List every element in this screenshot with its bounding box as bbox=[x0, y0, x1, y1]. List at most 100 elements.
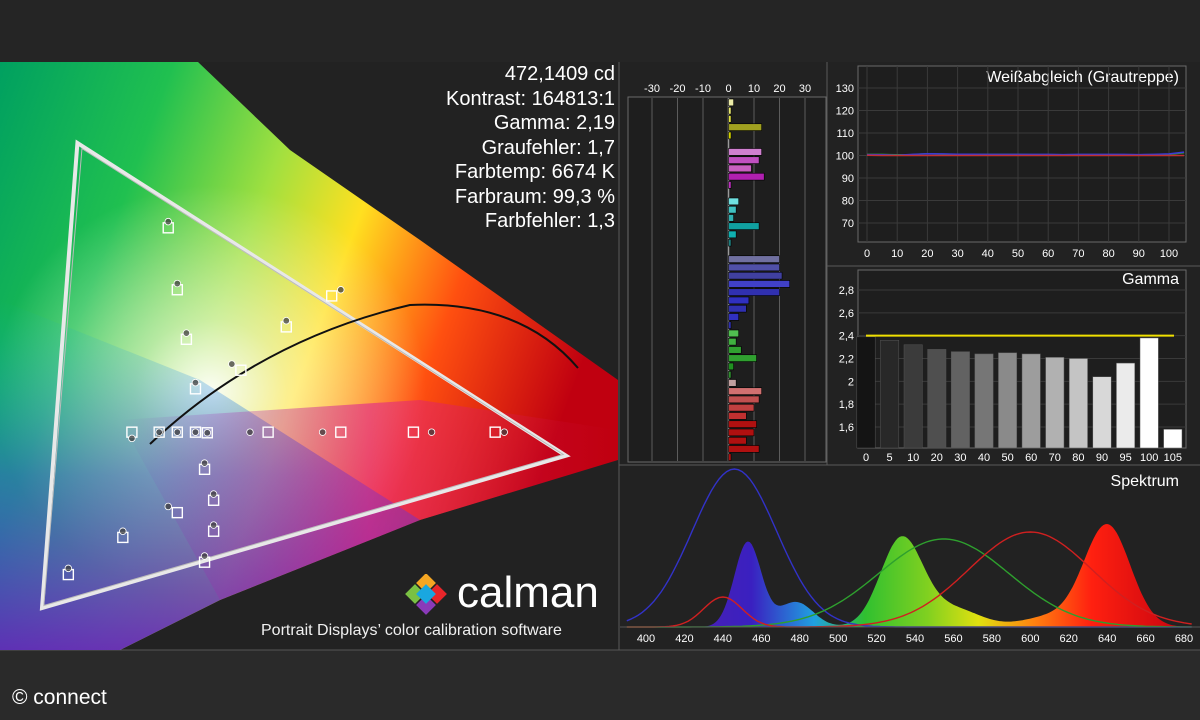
brightness-tick-label: 0 bbox=[725, 83, 731, 95]
wb-x-tick-label: 0 bbox=[864, 248, 870, 260]
wb-x-tick-label: 100 bbox=[1160, 248, 1178, 260]
brightness-bar bbox=[728, 131, 732, 140]
measured-point bbox=[228, 360, 236, 368]
brightness-bar bbox=[728, 181, 732, 189]
brightness-bar bbox=[728, 280, 791, 288]
gamma-x-tick-label: 95 bbox=[1119, 452, 1131, 464]
color-error-value: Farbfehler: 1,3 bbox=[484, 210, 615, 232]
brightness-bar bbox=[728, 329, 739, 338]
spectrum-tick-label: 680 bbox=[1175, 633, 1193, 645]
gamma-y-tick-label: 2,8 bbox=[839, 285, 854, 297]
brightness-bar bbox=[728, 337, 737, 346]
wb-y-tick-label: 90 bbox=[842, 173, 854, 185]
spectrum-tick-label: 520 bbox=[867, 633, 885, 645]
brightness-bar bbox=[728, 346, 742, 354]
white-balance-title: Weißabgleich (Grautreppe) bbox=[986, 69, 1179, 86]
gamma-x-tick-label: 60 bbox=[1025, 452, 1037, 464]
wb-x-tick-label: 70 bbox=[1072, 248, 1084, 260]
gamma-bar bbox=[1116, 362, 1136, 449]
gamma-x-tick-label: 30 bbox=[954, 452, 966, 464]
wb-x-tick-label: 50 bbox=[1012, 248, 1024, 260]
measured-point bbox=[500, 428, 508, 436]
brightness-bar bbox=[728, 98, 734, 107]
spectrum-emission bbox=[626, 524, 1194, 627]
spectrum-tick-label: 540 bbox=[906, 633, 924, 645]
gamma-x-tick-label: 70 bbox=[1049, 452, 1061, 464]
brightness-bar bbox=[728, 172, 765, 181]
brightness-tick-label: -20 bbox=[670, 83, 686, 95]
wb-y-tick-label: 100 bbox=[836, 151, 854, 163]
spectrum-tick-label: 640 bbox=[1098, 633, 1116, 645]
gamma-value: Gamma: 2,19 bbox=[493, 112, 615, 134]
gamma-bar bbox=[856, 336, 876, 449]
wb-y-tick-label: 120 bbox=[836, 106, 854, 118]
measured-point bbox=[119, 527, 127, 535]
gamma-bar bbox=[998, 352, 1018, 449]
measured-point bbox=[203, 429, 211, 437]
wb-x-tick-label: 60 bbox=[1042, 248, 1054, 260]
measured-point bbox=[209, 490, 218, 498]
gamma-x-tick-label: 40 bbox=[978, 452, 990, 464]
gamma-y-tick-label: 2 bbox=[848, 376, 854, 388]
gamma-bar bbox=[974, 353, 994, 449]
spectrum-tick-label: 480 bbox=[791, 633, 809, 645]
measured-point bbox=[173, 428, 182, 436]
spectrum-tick-label: 660 bbox=[1136, 633, 1154, 645]
brightness-tick-label: 10 bbox=[748, 83, 760, 95]
brightness-bar bbox=[728, 428, 755, 437]
spectrum-tick-label: 600 bbox=[1021, 633, 1039, 645]
gamma-bar bbox=[927, 349, 947, 449]
spectrum-tick-label: 580 bbox=[983, 633, 1001, 645]
spectrum-tick-label: 400 bbox=[637, 633, 655, 645]
measured-point bbox=[64, 564, 73, 573]
white-balance-chart: Weißabgleich (Grautreppe) 70809010011012… bbox=[836, 65, 1187, 260]
wb-x-tick-label: 30 bbox=[951, 248, 963, 260]
tagline: Portrait Displays’ color calibration sof… bbox=[261, 622, 562, 639]
measured-point bbox=[191, 428, 200, 436]
brightness-bar bbox=[728, 395, 760, 404]
gamma-x-tick-label: 105 bbox=[1164, 452, 1182, 464]
brightness-tick-label: -30 bbox=[644, 83, 660, 95]
spectrum-chart: Spektrum 400 420 440 460 480 500 520 540 560 580 6… bbox=[620, 468, 1200, 645]
spectrum-tick-label: 420 bbox=[675, 633, 693, 645]
measured-point bbox=[337, 286, 345, 294]
brightness-bar bbox=[728, 238, 732, 247]
brightness-bar bbox=[728, 271, 783, 280]
brightness-bar bbox=[728, 164, 752, 173]
gamma-bar bbox=[1021, 353, 1041, 449]
brightness-bar bbox=[728, 321, 732, 329]
wb-y-tick-label: 110 bbox=[836, 128, 854, 140]
calman-logo-icon bbox=[405, 574, 447, 615]
measured-point bbox=[209, 521, 218, 529]
wb-x-tick-label: 40 bbox=[982, 248, 994, 260]
wb-y-tick-label: 70 bbox=[842, 218, 854, 230]
wb-x-tick-label: 90 bbox=[1133, 248, 1145, 260]
gamma-bar bbox=[1045, 357, 1065, 449]
brightness-bar bbox=[728, 263, 780, 272]
measured-point bbox=[191, 378, 200, 387]
brightness-bar bbox=[728, 436, 747, 445]
wb-y-tick-label: 80 bbox=[842, 196, 854, 208]
measurement-summary: 472,1409 cd Kontrast: 164813:1 Gamma: 2,… bbox=[446, 62, 615, 234]
measured-point bbox=[164, 217, 172, 226]
measured-point bbox=[173, 279, 182, 288]
brightness-bar bbox=[728, 222, 760, 230]
color-space-value: Farbraum: 99,3 % bbox=[454, 185, 615, 208]
brightness-bar bbox=[728, 304, 747, 313]
gamma-x-tick-label: 20 bbox=[931, 452, 943, 464]
gamma-y-tick-label: 2,4 bbox=[839, 331, 854, 343]
brightness-bar bbox=[728, 362, 734, 371]
gamma-bar bbox=[1139, 337, 1159, 449]
brightness-bar bbox=[728, 148, 762, 156]
brightness-bar bbox=[728, 453, 732, 461]
measured-point bbox=[282, 317, 290, 325]
brightness-bar bbox=[728, 156, 760, 164]
contrast-value: Kontrast: 164813:1 bbox=[445, 87, 615, 110]
wb-x-tick-label: 10 bbox=[891, 248, 903, 260]
measured-point bbox=[200, 552, 209, 560]
brightness-bar bbox=[728, 255, 780, 263]
brightness-bar bbox=[728, 412, 747, 420]
spectrum-title: Spektrum bbox=[1111, 473, 1179, 490]
gamma-y-tick-label: 1,8 bbox=[839, 399, 854, 411]
measured-point bbox=[164, 502, 172, 511]
